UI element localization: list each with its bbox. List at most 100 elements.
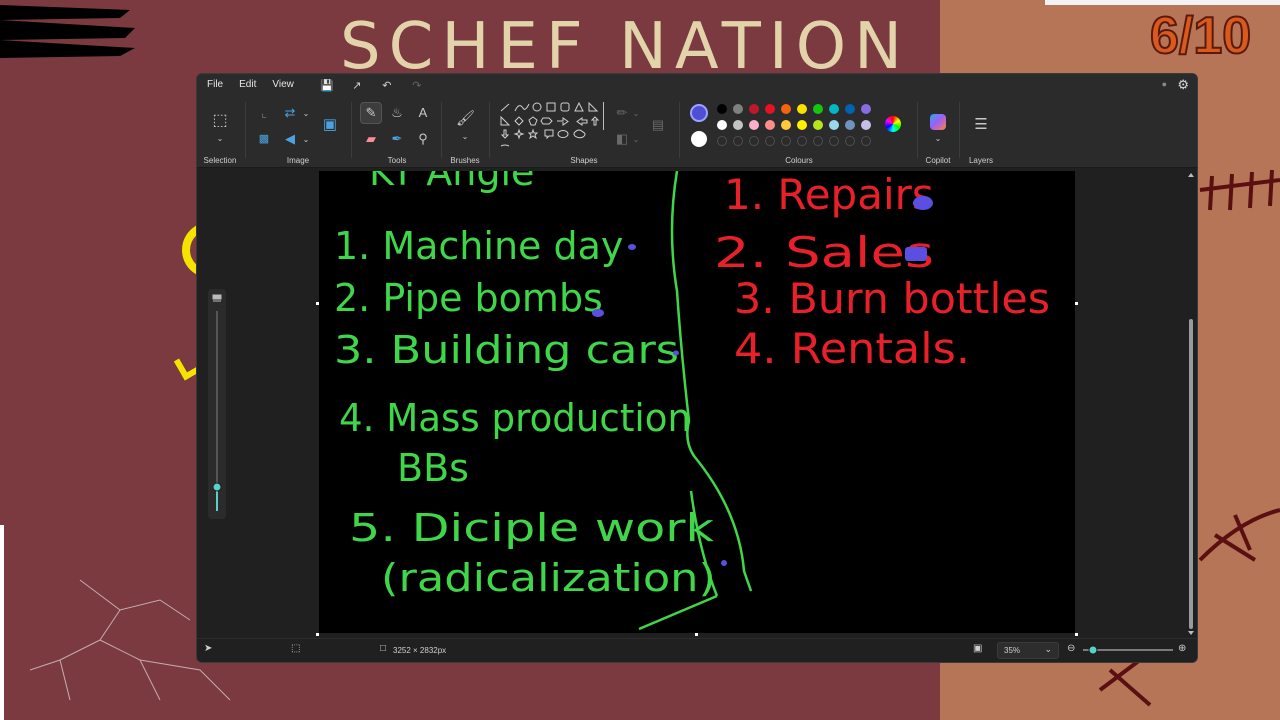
selection-group: ⬚ ⌄ Selection <box>197 96 243 168</box>
ribbon-divider <box>489 102 490 158</box>
color-swatch[interactable] <box>845 120 855 130</box>
remove-background-icon[interactable]: ▩ <box>255 132 273 146</box>
primary-color-swatch[interactable] <box>690 104 708 122</box>
magnifier-icon[interactable]: ⚲ <box>414 132 432 146</box>
brush-icon[interactable]: 🖌 <box>456 111 475 126</box>
ribbon-divider <box>917 102 918 158</box>
copilot-group: ⌄ Copilot <box>919 96 957 168</box>
save-icon[interactable]: 💾 <box>312 79 342 92</box>
canvas-resize-handle[interactable] <box>316 302 319 305</box>
color-swatch[interactable] <box>781 120 791 130</box>
custom-color-slot[interactable] <box>829 136 839 146</box>
canvas-size-icon: □ <box>380 643 387 654</box>
canvas-resize-handle[interactable] <box>695 633 698 636</box>
ribbon-divider <box>679 102 680 158</box>
canvas-resize-handle[interactable] <box>316 633 319 636</box>
menu-edit[interactable]: Edit <box>231 74 264 96</box>
shapes-scroll-bar[interactable] <box>603 102 604 130</box>
image-background-icon[interactable]: ▣ <box>321 117 339 132</box>
copilot-icon[interactable] <box>930 114 946 130</box>
color-swatch[interactable] <box>845 104 855 114</box>
menu-view[interactable]: View <box>264 74 302 96</box>
zoom-out-icon[interactable]: ⊖ <box>1067 643 1075 654</box>
status-bar: ➤ ⬚ □ 3252 × 2832px ▣ 35% ⌄ ⊖ ⊕ <box>197 638 1197 662</box>
eraser-icon[interactable]: ▰ <box>362 132 380 146</box>
chevron-down-icon[interactable]: ⌄ <box>627 133 645 147</box>
canvas-resize-handle[interactable] <box>1075 302 1078 305</box>
colours-label: Colours <box>785 156 813 165</box>
menu-bar: File Edit View 💾 ↗ ↶ ↷ ● ⚙ <box>197 74 1197 96</box>
shapes-gallery[interactable] <box>497 102 601 150</box>
custom-color-slot[interactable] <box>733 136 743 146</box>
fit-to-window-icon[interactable]: ▣ <box>973 643 982 654</box>
fill-bucket-icon[interactable]: ♨ <box>388 106 406 120</box>
custom-color-slot[interactable] <box>781 136 791 146</box>
drawing-layer: KT Angle 1. Machine day 2. Pipe bombs 3.… <box>334 171 1050 631</box>
color-swatch[interactable] <box>829 120 839 130</box>
selection-size-icon: ⬚ <box>291 643 301 654</box>
undo-icon[interactable]: ↶ <box>372 79 402 92</box>
colours-group: Colours <box>683 96 915 168</box>
color-swatch[interactable] <box>749 120 759 130</box>
secondary-color-swatch[interactable] <box>691 131 707 147</box>
pencil-icon[interactable]: ✎ <box>362 106 380 120</box>
color-swatch[interactable] <box>765 120 775 130</box>
chevron-down-icon[interactable]: ⌄ <box>627 107 645 121</box>
custom-color-slot[interactable] <box>717 136 727 146</box>
color-swatch[interactable] <box>733 104 743 114</box>
layers-icon[interactable]: ☰ <box>972 117 990 132</box>
color-swatch[interactable] <box>797 104 807 114</box>
zoom-dropdown[interactable]: 35% ⌄ <box>997 642 1059 659</box>
text-tool-icon[interactable]: A <box>414 106 432 120</box>
brush-size-slider[interactable] <box>208 289 226 519</box>
brushes-group: 🖌 ⌄ Brushes <box>443 96 487 168</box>
custom-color-slot[interactable] <box>861 136 871 146</box>
chevron-down-icon[interactable]: ⌄ <box>297 107 315 121</box>
redo-icon[interactable]: ↷ <box>402 79 432 92</box>
canvas-resize-handle[interactable] <box>1075 633 1078 636</box>
ribbon-divider <box>245 102 246 158</box>
chevron-down-icon[interactable]: ⌄ <box>297 133 315 147</box>
zoom-in-icon[interactable]: ⊕ <box>1178 643 1186 654</box>
custom-color-slot[interactable] <box>749 136 759 146</box>
zoom-slider[interactable] <box>1083 644 1173 656</box>
share-icon[interactable]: ↗ <box>342 79 372 92</box>
left-heading: KT Angle <box>369 171 534 194</box>
color-swatch[interactable] <box>733 120 743 130</box>
paint-window: File Edit View 💾 ↗ ↶ ↷ ● ⚙ ⬚ ⌄ Selection… <box>196 73 1198 663</box>
left-item-5b: (radicalization) <box>381 556 716 600</box>
shape-size-icon[interactable]: ▤ <box>649 118 667 132</box>
tools-label: Tools <box>387 156 407 165</box>
custom-color-slot[interactable] <box>845 136 855 146</box>
settings-gear-icon[interactable]: ⚙ <box>1177 77 1189 93</box>
custom-color-slot[interactable] <box>813 136 823 146</box>
drawing-canvas[interactable]: KT Angle 1. Machine day 2. Pipe bombs 3.… <box>319 171 1075 633</box>
color-swatch[interactable] <box>749 104 759 114</box>
copilot-label: Copilot <box>925 156 951 165</box>
chevron-down-icon[interactable]: ⌄ <box>456 130 474 144</box>
selection-rectangle-icon[interactable]: ⬚ <box>211 113 229 129</box>
color-picker-icon[interactable]: ✒ <box>388 132 406 146</box>
color-swatch[interactable] <box>717 104 727 114</box>
canvas-workspace: KT Angle 1. Machine day 2. Pipe bombs 3.… <box>197 169 1197 639</box>
ribbon-divider <box>959 102 960 158</box>
image-group: ⌞ ⇄ ⌄ ▣ ▩ ◀ ⌄ Image <box>247 96 349 168</box>
vertical-scrollbar[interactable] <box>1187 169 1195 639</box>
color-swatch[interactable] <box>861 104 871 114</box>
chevron-down-icon[interactable]: ⌄ <box>929 132 947 146</box>
color-swatch[interactable] <box>861 120 871 130</box>
crop-icon[interactable]: ⌞ <box>255 106 273 120</box>
color-swatch[interactable] <box>781 104 791 114</box>
left-item-2: 2. Pipe bombs <box>334 276 603 320</box>
color-swatch[interactable] <box>829 104 839 114</box>
color-swatch[interactable] <box>813 104 823 114</box>
custom-color-slot[interactable] <box>765 136 775 146</box>
chevron-down-icon[interactable]: ⌄ <box>211 132 229 146</box>
menu-file[interactable]: File <box>199 74 231 96</box>
color-swatch[interactable] <box>717 120 727 130</box>
edit-colors-icon[interactable] <box>885 116 901 132</box>
color-swatch[interactable] <box>765 104 775 114</box>
custom-color-slot[interactable] <box>797 136 807 146</box>
color-swatch[interactable] <box>797 120 807 130</box>
color-swatch[interactable] <box>813 120 823 130</box>
